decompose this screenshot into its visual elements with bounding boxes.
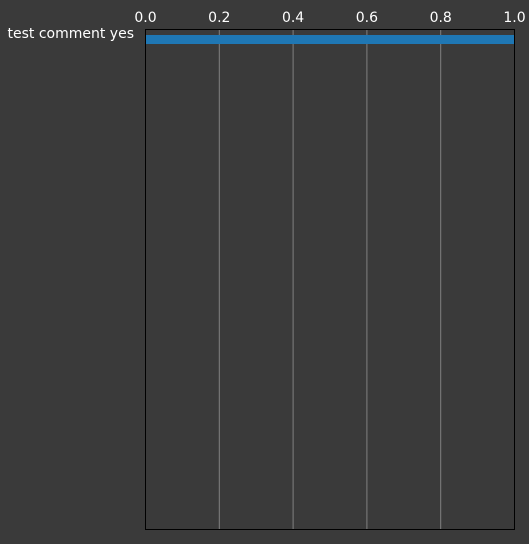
chart: 0.0 0.2 0.4 0.6 0.8 1.0 test comment yes [0,0,529,539]
bars [145,35,515,44]
grid [218,29,442,530]
bar [145,35,515,44]
category-label: test comment yes [8,26,135,42]
plot-area-frame [145,29,515,530]
y-axis-categories: test comment yes [8,26,135,42]
x-axis-ticks: 0.0 0.2 0.4 0.6 0.8 1.0 [134,10,525,26]
chart-svg: 0.0 0.2 0.4 0.6 0.8 1.0 test comment yes [8,10,526,530]
x-tick-label: 0.2 [208,10,230,26]
x-tick-label: 0.0 [134,10,156,26]
x-tick-label: 0.8 [430,10,452,26]
x-tick-label: 0.4 [282,10,304,26]
x-tick-label: 1.0 [503,10,525,26]
x-tick-label: 0.6 [356,10,378,26]
